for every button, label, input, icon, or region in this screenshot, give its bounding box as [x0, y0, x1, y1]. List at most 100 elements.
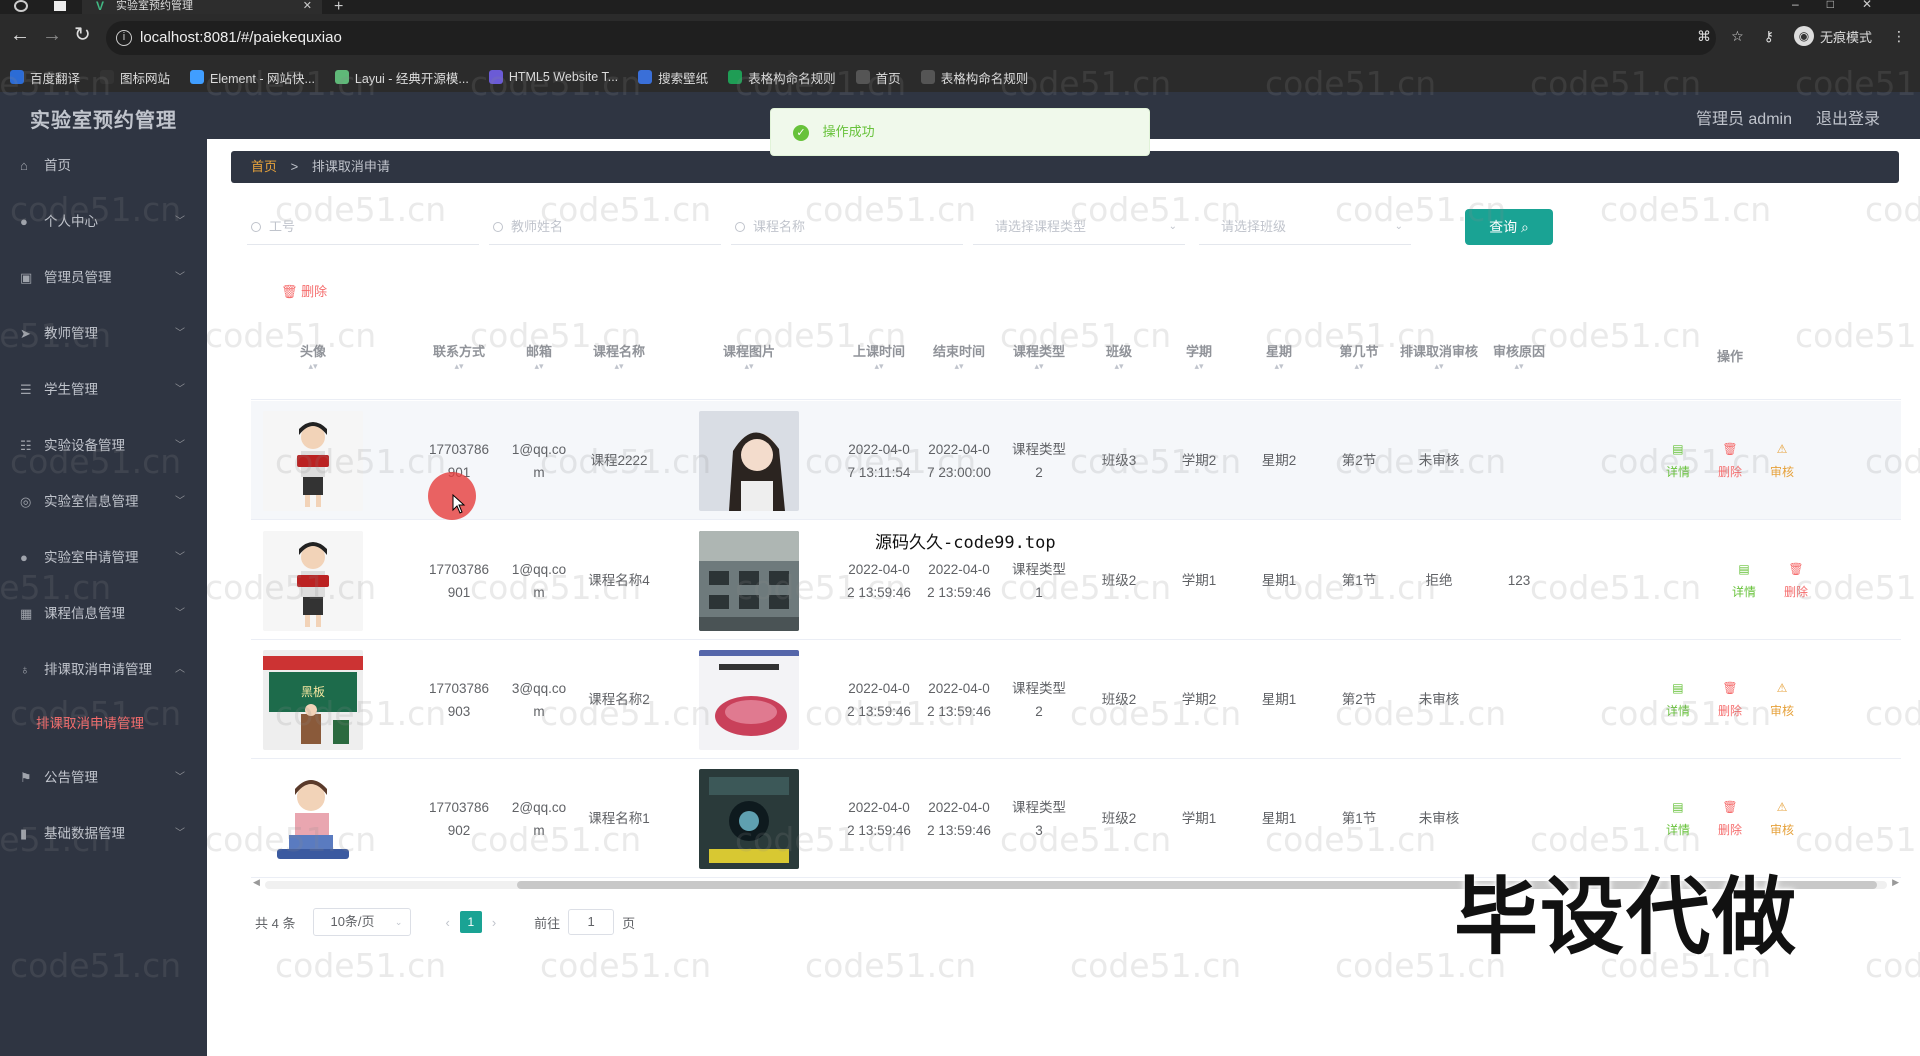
page-number-current[interactable]: 1 — [459, 911, 482, 933]
breadcrumb-home[interactable]: 首页 — [251, 159, 277, 174]
column-header[interactable]: 邮箱 ▴▾ — [499, 314, 579, 400]
column-header[interactable]: 头像 ▴▾ — [251, 314, 375, 400]
course-type-select[interactable]: 请选择课程类型 ⌄ — [973, 209, 1185, 245]
sort-icon[interactable]: ▴▾ — [1034, 361, 1043, 371]
column-header[interactable]: 星期 ▴▾ — [1239, 314, 1319, 400]
sort-icon[interactable]: ▴▾ — [1274, 361, 1283, 371]
detail-button[interactable]: ▤ 详情 — [1666, 796, 1690, 842]
bookmark-item[interactable]: 搜索壁纸 — [638, 68, 708, 87]
window-icon[interactable] — [54, 1, 66, 11]
bookmark-item[interactable]: 表格构命名规则 — [920, 68, 1028, 87]
audit-button[interactable]: ⚠︎ 审核 — [1770, 796, 1794, 842]
column-header[interactable]: 审核原因 ▴▾ — [1479, 314, 1559, 400]
sort-icon[interactable]: ▴▾ — [954, 361, 963, 371]
audit-reason-cell: 123 — [1479, 521, 1559, 640]
logout-button[interactable]: 退出登录 — [1816, 105, 1880, 129]
sort-icon[interactable]: ▴▾ — [744, 361, 753, 371]
sort-icon[interactable]: ▴▾ — [454, 361, 463, 371]
close-tab-icon[interactable]: ✕ — [303, 0, 312, 12]
table-row[interactable]: 黑板 17703786903 3@qq.com 课程名称2 2022-04-02 13:… — [251, 640, 1901, 759]
column-header[interactable]: 课程名称 ▴▾ — [579, 314, 659, 400]
sidebar-item[interactable]: ➤ 教师管理 ﹀ — [0, 314, 207, 354]
sidebar-item[interactable]: ● 个人中心 ﹀ — [0, 202, 207, 242]
bookmark-item[interactable]: 首页 — [855, 68, 901, 87]
sidebar-item[interactable]: ● 实验室申请管理 ﹀ — [0, 538, 207, 578]
goto-page-input[interactable]: 1 — [568, 909, 615, 935]
sidebar-item[interactable]: ▣ 管理员管理 ﹀ — [0, 258, 207, 298]
sort-icon[interactable]: ▴▾ — [1114, 361, 1123, 371]
delete-button[interactable]: 🗑︎ 删除 — [1718, 796, 1742, 842]
more-menu-icon[interactable]: ⋮ — [1892, 28, 1906, 45]
bookmark-item[interactable]: HTML5 Website T... — [488, 70, 618, 84]
table-row[interactable]: 17703786901 1@qq.com 课程2222 2022-04-07 13:1… — [251, 401, 1901, 520]
course-name-cell: 课程名称1 — [579, 759, 659, 878]
job-no-input[interactable]: 工号 — [247, 209, 479, 245]
prev-page-icon[interactable]: ‹ — [445, 915, 449, 930]
detail-button[interactable]: ▤ 详情 — [1732, 558, 1756, 604]
bookmark-item[interactable]: 图标网站 — [100, 68, 170, 87]
sort-icon[interactable]: ▴▾ — [1354, 361, 1363, 371]
sidebar-item[interactable]: ♁ 排课取消申请管理 ︿ — [0, 650, 207, 690]
column-header[interactable]: 第几节 ▴▾ — [1319, 314, 1399, 400]
column-header[interactable]: 排课取消审核 ▴▾ — [1399, 314, 1479, 400]
scroll-left-icon[interactable]: ◀ — [253, 877, 260, 888]
scroll-right-icon[interactable]: ▶ — [1892, 877, 1899, 888]
course-name-input[interactable]: 课程名称 — [731, 209, 963, 245]
sort-icon[interactable]: ▴▾ — [308, 361, 317, 371]
sort-icon[interactable]: ▴▾ — [1514, 361, 1523, 371]
bookmark-item[interactable]: Layui - 经典开源模... — [334, 68, 469, 87]
bulk-delete-button[interactable]: 🗑︎ 删除 — [281, 281, 327, 300]
sidebar-item[interactable]: ◎ 实验室信息管理 ﹀ — [0, 482, 207, 522]
sidebar-item[interactable]: ▦ 课程信息管理 ﹀ — [0, 594, 207, 634]
next-page-icon[interactable]: › — [492, 915, 496, 930]
window-controls[interactable]: –□✕ — [1792, 0, 1900, 11]
translate-icon[interactable]: ⌘ — [1697, 28, 1711, 45]
class-select[interactable]: 请选择班级 ⌄ — [1199, 209, 1411, 245]
column-header[interactable]: 课程图片 ▴▾ — [659, 314, 839, 400]
back-icon[interactable]: ← — [10, 25, 30, 45]
key-icon[interactable]: ⚷ — [1764, 28, 1774, 45]
column-header[interactable]: 上课时间 ▴▾ — [839, 314, 919, 400]
delete-button[interactable]: 🗑︎ 删除 — [1784, 558, 1808, 604]
sidebar-item[interactable]: ☷ 实验设备管理 ﹀ — [0, 426, 207, 466]
column-header[interactable]: 学期 ▴▾ — [1159, 314, 1239, 400]
site-info-icon[interactable]: i — [116, 30, 132, 46]
sidebar-subitem-active[interactable]: 排课取消申请管理 — [0, 704, 207, 744]
audit-button[interactable]: ⚠︎ 审核 — [1770, 677, 1794, 723]
delete-button[interactable]: 🗑︎ 删除 — [1718, 677, 1742, 723]
bookmark-item[interactable]: Element - 网站快... — [190, 68, 315, 87]
column-header[interactable]: 结束时间 ▴▾ — [919, 314, 999, 400]
table-row[interactable]: 17703786901 1@qq.com 课程名称4 2022-04-02 13:59… — [251, 521, 1901, 640]
bookmark-item[interactable]: 百度翻译 — [10, 68, 80, 87]
sort-icon[interactable]: ▴▾ — [1194, 361, 1203, 371]
mouse-cursor-icon — [452, 494, 466, 514]
detail-button[interactable]: ▤ 详情 — [1666, 677, 1690, 723]
browser-menu-icon[interactable] — [14, 0, 28, 12]
reload-icon[interactable]: ↻ — [74, 25, 91, 45]
teacher-name-input[interactable]: 教师姓名 — [489, 209, 721, 245]
query-button[interactable]: 查询 ⌕ — [1465, 209, 1553, 245]
sidebar-item[interactable]: ☰ 学生管理 ﹀ — [0, 370, 207, 410]
sidebar-item[interactable]: ⌂ 首页 — [0, 146, 207, 186]
bookmark-star-icon[interactable]: ☆ — [1731, 28, 1744, 45]
bookmark-item[interactable]: 表格构命名规则 — [728, 68, 836, 87]
sort-icon[interactable]: ▴▾ — [534, 361, 543, 371]
sort-icon[interactable]: ▴▾ — [1434, 361, 1443, 371]
forward-icon[interactable]: → — [42, 25, 62, 45]
sidebar-item[interactable]: ⚑ 公告管理 ﹀ — [0, 758, 207, 798]
column-header[interactable]: 联系方式 ▴▾ — [419, 314, 499, 400]
delete-button[interactable]: 🗑︎ 删除 — [1718, 438, 1742, 484]
sort-icon[interactable]: ▴▾ — [614, 361, 623, 371]
audit-button[interactable]: ⚠︎ 审核 — [1770, 438, 1794, 484]
sort-icon[interactable]: ▴▾ — [874, 361, 883, 371]
browser-tab[interactable]: V 实验室预约管理 ✕ — [82, 0, 322, 14]
column-header[interactable]: 课程类型 ▴▾ — [999, 314, 1079, 400]
bookmark-icon — [334, 70, 349, 84]
sidebar-item-label: 实验设备管理 — [44, 438, 125, 453]
detail-button[interactable]: ▤ 详情 — [1666, 438, 1690, 484]
incognito-indicator[interactable]: ◉ 无痕模式 — [1793, 26, 1872, 46]
page-size-select[interactable]: 10条/页 ⌄ — [313, 908, 412, 936]
url-input[interactable]: i localhost:8081/#/paiekequxiao — [106, 21, 1716, 55]
sidebar-item[interactable]: ▮ 基础数据管理 ﹀ — [0, 814, 207, 854]
column-header[interactable]: 班级 ▴▾ — [1079, 314, 1159, 400]
